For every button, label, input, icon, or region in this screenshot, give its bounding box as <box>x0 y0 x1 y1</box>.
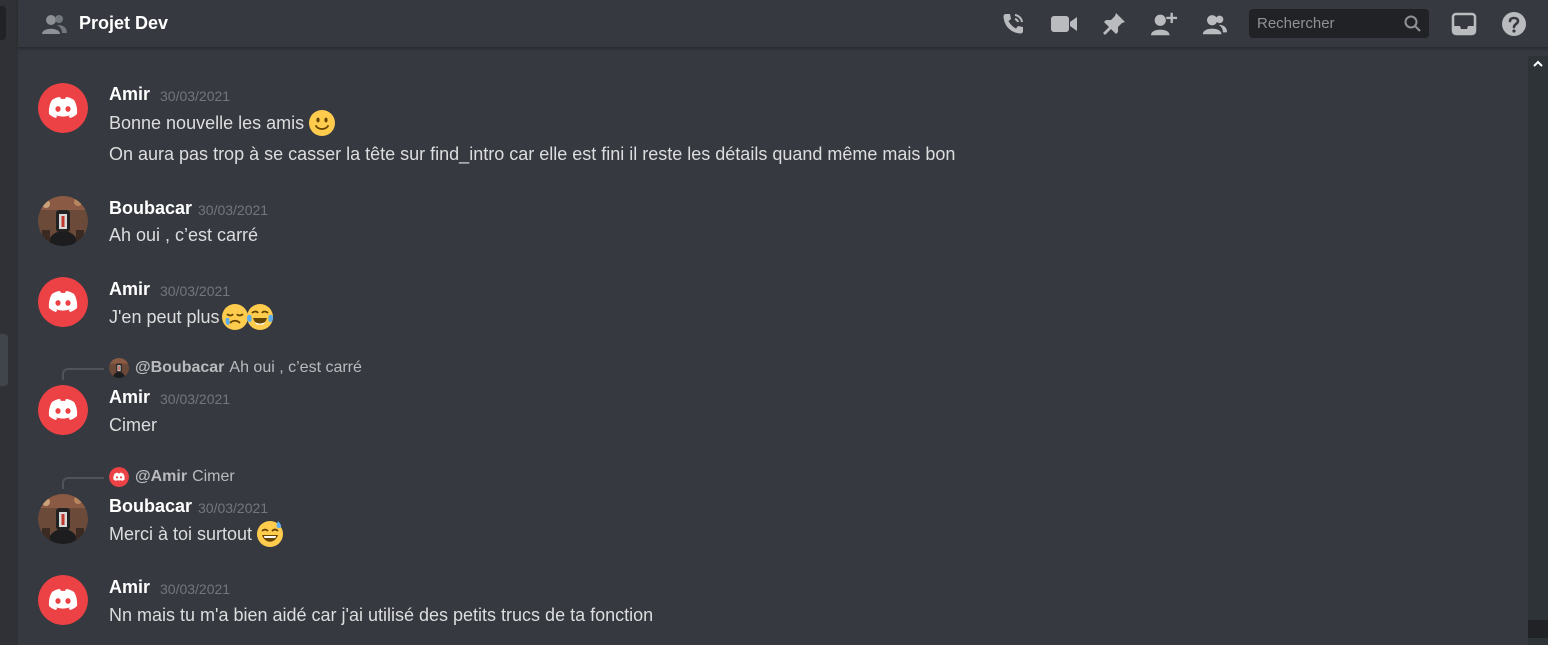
message-content: J'en peut plus <box>109 306 220 327</box>
slightly-smiling-face-emoji[interactable] <box>308 109 336 137</box>
search-icon[interactable] <box>1403 14 1423 34</box>
message-text: J'en peut plus <box>109 303 274 331</box>
timestamp: 30/03/2021 <box>160 391 231 407</box>
timestamp: 30/03/2021 <box>160 581 231 597</box>
avatar[interactable] <box>38 575 88 625</box>
members-icon[interactable] <box>1200 10 1228 38</box>
message-content: Nn mais tu m'a bien aidé car j'ai utilis… <box>109 605 654 625</box>
message-text: Nn mais tu m'a bien aidé car j'ai utilis… <box>109 605 653 626</box>
author-name[interactable]: Amir <box>109 84 150 105</box>
inbox-icon[interactable] <box>1450 10 1478 38</box>
author-name[interactable]: Boubacar <box>109 198 192 219</box>
timestamp: 30/03/2021 <box>160 283 231 299</box>
call-icon[interactable] <box>999 10 1027 38</box>
timestamp: 30/03/2021 <box>160 88 231 104</box>
avatar[interactable] <box>38 385 88 435</box>
reply-avatar[interactable] <box>109 358 129 378</box>
reply-spine <box>62 477 104 489</box>
avatar[interactable] <box>38 83 88 133</box>
search-box[interactable] <box>1249 9 1429 38</box>
message-text: Merci à toi surtout <box>109 520 284 548</box>
timestamp: 30/03/2021 <box>198 500 269 516</box>
sidebar-scroll-handle[interactable] <box>0 334 8 386</box>
channel-header: Projet Dev <box>18 0 1548 48</box>
page-title: Projet Dev <box>79 13 169 33</box>
help-icon[interactable] <box>1500 10 1528 38</box>
message-content: Bonne nouvelle les amis <box>109 112 305 133</box>
reply-reference[interactable]: @Boubacar Ah oui , c’est carré <box>109 358 362 378</box>
reply-reference[interactable]: @Amir Cimer <box>109 467 235 487</box>
message-text: Ah oui , c’est carré <box>109 225 258 246</box>
reply-spine <box>62 368 104 380</box>
message-text: Bonne nouvelle les amis <box>109 109 336 137</box>
author-name[interactable]: Boubacar <box>109 496 192 517</box>
reply-text[interactable]: Cimer <box>192 468 235 486</box>
message-content: Merci à toi surtout <box>109 523 253 544</box>
reply-text[interactable]: Ah oui , c’est carré <box>229 359 362 377</box>
grinning-sweat-emoji[interactable] <box>256 520 284 548</box>
message-content: Ah oui , c’est carré <box>109 225 259 245</box>
avatar[interactable] <box>38 494 88 544</box>
avatar[interactable] <box>38 196 88 246</box>
tears-of-joy-emoji[interactable] <box>246 303 274 331</box>
search-input[interactable] <box>1249 9 1399 38</box>
reply-mention[interactable]: @Amir <box>135 468 187 486</box>
chat-area: Projet Dev Rechercher Amir 30/03/2021 Bo… <box>18 0 1548 645</box>
channel-sidebar-edge <box>0 0 18 645</box>
pin-icon[interactable] <box>1100 10 1128 38</box>
reply-avatar[interactable] <box>109 467 129 487</box>
avatar[interactable] <box>38 277 88 327</box>
message-content: Cimer <box>109 415 157 435</box>
discord-window: Projet Dev Rechercher Amir 30/03/2021 Bo… <box>0 0 1548 645</box>
add-member-icon[interactable] <box>1150 10 1178 38</box>
author-name[interactable]: Amir <box>109 387 150 408</box>
video-icon[interactable] <box>1050 10 1078 38</box>
timestamp: 30/03/2021 <box>198 202 269 218</box>
scrollbar-thumb[interactable] <box>1528 620 1548 638</box>
author-name[interactable]: Amir <box>109 279 150 300</box>
scroll-up-icon[interactable] <box>1532 58 1544 70</box>
message-content: On aura pas trop à se casser la tête sur… <box>109 144 956 164</box>
chat-scrollbar[interactable] <box>1528 56 1548 645</box>
sidebar-tab[interactable] <box>0 6 6 40</box>
message-text: On aura pas trop à se casser la tête sur… <box>109 144 955 165</box>
group-icon <box>42 15 67 34</box>
reply-mention[interactable]: @Boubacar <box>135 359 224 377</box>
message-text: Cimer <box>109 415 157 436</box>
crying-face-emoji[interactable] <box>221 303 249 331</box>
author-name[interactable]: Amir <box>109 577 150 598</box>
